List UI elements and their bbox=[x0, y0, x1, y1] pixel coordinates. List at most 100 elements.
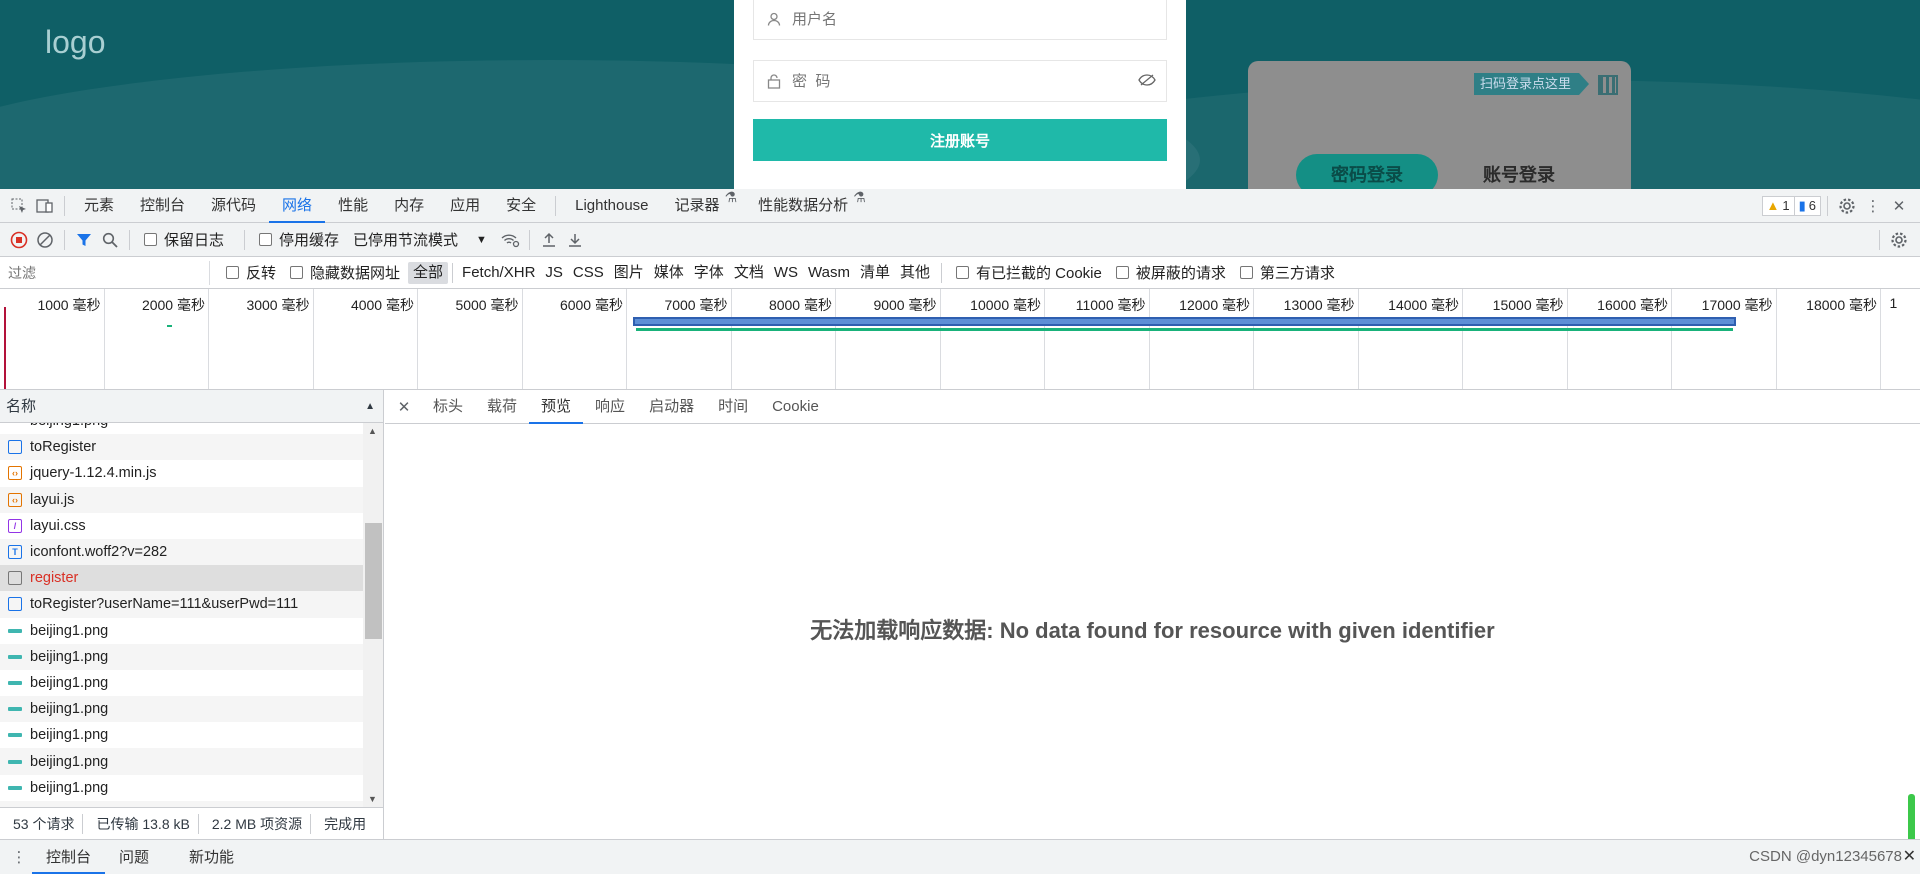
request-row[interactable]: beijing1.png bbox=[0, 696, 363, 723]
more-options-icon[interactable]: ⋮ bbox=[1860, 193, 1886, 219]
checkbox-box[interactable] bbox=[226, 266, 239, 279]
scroll-up-icon[interactable]: ▲ bbox=[368, 426, 377, 436]
detail-tab-1[interactable]: 载荷 bbox=[475, 390, 529, 424]
filter-type-7[interactable]: 文档 bbox=[729, 262, 769, 284]
checkbox-box[interactable] bbox=[290, 266, 304, 279]
search-icon[interactable] bbox=[97, 227, 123, 253]
request-row[interactable]: register bbox=[0, 565, 363, 592]
device-toolbar-icon[interactable] bbox=[32, 193, 58, 219]
lock-icon bbox=[766, 73, 782, 89]
filter-type-10[interactable]: 清单 bbox=[855, 262, 895, 284]
tab-9[interactable]: 记录器 bbox=[662, 189, 733, 223]
export-har-icon[interactable] bbox=[562, 227, 588, 253]
settings-gear-icon[interactable] bbox=[1834, 193, 1860, 219]
request-row[interactable]: / layui.css bbox=[0, 513, 363, 539]
qr-login-tip[interactable]: 扫码登录点这里 bbox=[1474, 73, 1590, 95]
username-input[interactable] bbox=[792, 10, 1166, 28]
checkbox-box[interactable] bbox=[1239, 266, 1253, 279]
close-devtools-icon[interactable]: ✕ bbox=[1886, 193, 1912, 219]
name-column-header[interactable]: 名称 ▲ bbox=[0, 390, 383, 423]
password-login-tab[interactable]: 密码登录 bbox=[1296, 154, 1438, 189]
tab-3[interactable]: 网络 bbox=[269, 189, 326, 223]
close-drawer-icon[interactable]: ✕ bbox=[1903, 846, 1916, 866]
request-row[interactable]: beijing1.png bbox=[0, 775, 363, 801]
record-stop-icon[interactable] bbox=[6, 227, 32, 253]
network-settings-gear-icon[interactable] bbox=[1886, 227, 1912, 253]
filter-funnel-icon[interactable] bbox=[71, 227, 97, 253]
hide-data-urls-checkbox[interactable]: 隐藏数据网址 bbox=[290, 262, 400, 283]
filter-type-3[interactable]: CSS bbox=[568, 262, 609, 284]
tab-2[interactable]: 源代码 bbox=[198, 189, 269, 223]
filter-type-1[interactable]: Fetch/XHR bbox=[457, 262, 540, 284]
eye-hidden-icon[interactable] bbox=[1138, 73, 1156, 91]
filter-type-8[interactable]: WS bbox=[769, 262, 803, 284]
detail-tab-6[interactable]: Cookie bbox=[760, 390, 831, 424]
image-icon bbox=[8, 759, 22, 764]
scroll-thumb[interactable] bbox=[365, 523, 382, 639]
request-row[interactable]: ‹› layui.js bbox=[0, 486, 363, 513]
filter-type-0[interactable]: 全部 bbox=[408, 261, 449, 284]
request-row[interactable]: beijing1.png bbox=[0, 643, 363, 670]
blocked-cookies-checkbox[interactable]: 有已拦截的 Cookie bbox=[955, 262, 1102, 283]
disable-cache-checkbox[interactable]: 停用缓存 bbox=[259, 229, 339, 250]
filter-type-2[interactable]: JS bbox=[540, 262, 568, 284]
tab-4[interactable]: 性能 bbox=[325, 189, 381, 223]
drawer-tab-0[interactable]: 控制台 bbox=[32, 841, 106, 874]
request-row[interactable]: beijing1.png bbox=[0, 670, 363, 696]
detail-tab-0[interactable]: 标头 bbox=[421, 390, 475, 424]
drawer-menu-icon[interactable]: ⋮ bbox=[6, 844, 32, 870]
request-row[interactable]: ‹› jquery-1.12.4.min.js bbox=[0, 460, 363, 486]
detail-tab-2[interactable]: 预览 bbox=[529, 390, 584, 424]
filter-type-4[interactable]: 图片 bbox=[609, 262, 649, 284]
tab-7[interactable]: 安全 bbox=[493, 189, 549, 223]
account-login-tab[interactable]: 账号登录 bbox=[1448, 154, 1590, 189]
username-field[interactable] bbox=[753, 0, 1167, 40]
request-row[interactable]: beijing1.png bbox=[0, 748, 363, 775]
request-row[interactable]: Ticonfont.woff2?v=282 bbox=[0, 538, 363, 566]
detail-tab-3[interactable]: 响应 bbox=[583, 390, 637, 424]
detail-tab-4[interactable]: 启动器 bbox=[637, 390, 706, 424]
warnings-badge[interactable]: ▲ 1 bbox=[1761, 195, 1795, 216]
checkbox-box[interactable] bbox=[144, 233, 157, 246]
drawer-tab-2[interactable]: 新功能 bbox=[175, 841, 248, 874]
detail-tab-5[interactable]: 时间 bbox=[706, 390, 760, 424]
filter-type-9[interactable]: Wasm bbox=[803, 262, 855, 284]
drawer-tab-1[interactable]: 问题 bbox=[105, 841, 163, 874]
inspect-element-icon[interactable] bbox=[6, 193, 32, 219]
checkbox-box[interactable] bbox=[259, 233, 273, 246]
close-detail-icon[interactable]: ✕ bbox=[391, 394, 417, 420]
password-field[interactable] bbox=[753, 60, 1167, 102]
tab-8[interactable]: Lighthouse bbox=[562, 189, 661, 223]
tab-0[interactable]: 元素 bbox=[71, 189, 127, 223]
tab-5[interactable]: 内存 bbox=[381, 189, 437, 223]
messages-badge[interactable]: ▮ 6 bbox=[1794, 195, 1821, 216]
tab-1[interactable]: 控制台 bbox=[127, 189, 198, 223]
import-har-icon[interactable] bbox=[536, 227, 562, 253]
preserve-log-checkbox[interactable]: 保留日志 bbox=[144, 229, 224, 250]
register-button[interactable]: 注册账号 bbox=[753, 119, 1167, 161]
request-row[interactable]: beijing1.png bbox=[0, 423, 363, 434]
tab-10[interactable]: 性能数据分析 bbox=[745, 189, 861, 223]
request-row[interactable]: beijing1.png bbox=[0, 722, 363, 748]
third-party-checkbox[interactable]: 第三方请求 bbox=[1239, 262, 1335, 283]
tab-6[interactable]: 应用 bbox=[437, 189, 493, 223]
invert-checkbox[interactable]: 反转 bbox=[226, 262, 276, 283]
request-row[interactable]: toRegister bbox=[0, 434, 363, 461]
clear-icon[interactable] bbox=[32, 227, 58, 253]
filter-input[interactable] bbox=[0, 260, 210, 285]
checkbox-box[interactable] bbox=[955, 266, 969, 279]
scroll-down-icon[interactable]: ▼ bbox=[368, 794, 377, 804]
checkbox-box[interactable] bbox=[1115, 266, 1129, 279]
blocked-requests-checkbox[interactable]: 被屏蔽的请求 bbox=[1115, 262, 1226, 283]
filter-type-11[interactable]: 其他 bbox=[895, 262, 935, 284]
request-row[interactable]: beijing1.png bbox=[0, 618, 363, 644]
request-row[interactable]: toRegister?userName=111&userPwd=111 bbox=[0, 591, 363, 618]
password-input[interactable] bbox=[792, 72, 1166, 90]
filter-type-6[interactable]: 字体 bbox=[689, 262, 729, 284]
network-conditions-icon[interactable] bbox=[497, 227, 523, 253]
filter-type-5[interactable]: 媒体 bbox=[649, 262, 689, 284]
request-list-scrollbar[interactable]: ▲ ▼ bbox=[363, 423, 383, 807]
timeline-overview[interactable]: 1000 毫秒 2000 毫秒 3000 毫秒 4000 毫秒 5000 毫秒 6000 … bbox=[0, 289, 1920, 390]
throttling-select[interactable]: 已停用节流模式 ▼ bbox=[353, 229, 487, 250]
qr-code-icon[interactable] bbox=[1598, 75, 1618, 95]
